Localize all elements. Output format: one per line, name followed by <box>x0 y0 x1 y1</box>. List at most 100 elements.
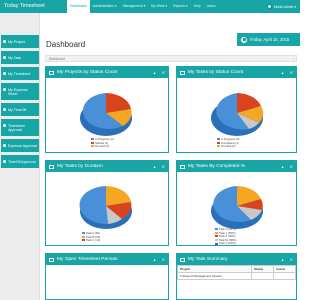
collapse-icon[interactable]: ▴ <box>282 70 287 75</box>
chart-legend: In Progress (5) Completed (1) On Hold (2… <box>217 137 240 149</box>
sidebar-item-my-timeoff[interactable]: My TimeOff <box>1 103 39 119</box>
legend-label: On Hold (2) <box>221 144 236 149</box>
sidebar: My Project My Task My Timesheet My Expen… <box>0 13 40 300</box>
nav-item-help[interactable]: Help <box>191 0 204 13</box>
close-icon[interactable]: ✕ <box>162 70 168 75</box>
nav-item-management[interactable]: Management ▾ <box>120 0 148 13</box>
panel-open-timesheet-periods: My Open Timesheet Periods ▴ ✕ <box>45 253 169 300</box>
panel-title: My Task Summary <box>188 257 228 262</box>
legend-item: Task C (12) <box>82 238 101 243</box>
panel-header: My Tasks by Status Count ▴ ✕ <box>177 67 296 78</box>
sidebar-item-my-task[interactable]: My Task <box>1 51 39 67</box>
sidebar-item-my-project[interactable]: My Project <box>1 35 39 51</box>
sidebar-item-label: My Timesheet <box>8 72 31 76</box>
breadcrumb-arrow[interactable]: › <box>293 56 294 62</box>
chart-icon <box>49 164 54 169</box>
sidebar-item-label: TimeOff Approval <box>8 160 36 164</box>
panel-tasks-by-completed: My Tasks By Completed % ▴ ✕ Task X (25%)… <box>176 160 297 246</box>
panel-title: My Tasks By Completed % <box>188 164 245 169</box>
collapse-icon[interactable]: ▴ <box>282 257 287 262</box>
bullet-icon <box>2 108 6 112</box>
pie-chart-area: In Progress (5) Completed (1) On Hold (2… <box>177 78 296 152</box>
sidebar-item-label: Expense Approval <box>8 144 37 148</box>
nav-item-users[interactable]: Users <box>204 0 219 13</box>
collapse-icon[interactable]: ▴ <box>154 70 159 75</box>
bullet-icon <box>2 72 6 76</box>
bullet-icon <box>2 40 6 44</box>
panel-header: My Open Timesheet Periods ▴ ✕ <box>46 254 168 265</box>
bullet-icon <box>2 88 6 92</box>
pie-chart-area: Task A (30) Task B (18) Task C (12) <box>46 172 168 245</box>
app-title[interactable]: Today Timesheet <box>0 0 67 13</box>
panel-tasks-by-duration: My Tasks by Duration ▴ ✕ Task A (30) Tas… <box>45 160 169 246</box>
legend-label: Task C (12) <box>86 238 101 243</box>
panel-header: My Tasks by Duration ▴ ✕ <box>46 161 168 172</box>
table-icon <box>180 257 185 262</box>
chart-legend: In Progress (4) Started (1) On Hold (1) <box>91 137 114 149</box>
pie-chart-area: Task X (25%) Task Y (50%) Task Z (40%) T… <box>177 172 296 245</box>
sidebar-item-label: My TimeOff <box>8 108 27 112</box>
close-icon[interactable]: ✕ <box>290 164 296 169</box>
sidebar-item-timeoff-approval[interactable]: TimeOff Approval <box>1 155 39 171</box>
user-name[interactable]: Moritz Admin ▾ <box>274 5 296 9</box>
user-menu[interactable]: Moritz Admin ▾ <box>266 4 300 9</box>
sidebar-item-expense-approval[interactable]: Expense Approval <box>1 139 39 155</box>
column-header-count[interactable]: Count <box>273 265 296 273</box>
close-icon[interactable]: ✕ <box>290 70 296 75</box>
main-nav: Dashboard Administration ▾ Management ▾ … <box>67 0 219 13</box>
sidebar-item-label: My Project <box>8 40 25 44</box>
pie-chart <box>211 186 263 229</box>
panel-title: My Projects by Status Count <box>57 70 118 75</box>
table-icon <box>49 257 54 262</box>
breadcrumb: Dashboard › <box>45 55 297 62</box>
close-icon[interactable]: ✕ <box>290 257 296 262</box>
bullet-icon <box>2 160 6 164</box>
pie-chart <box>79 186 132 229</box>
date-display: Friday, April 10, 2015 <box>237 33 300 46</box>
panel-header: My Projects by Status Count ▴ ✕ <box>46 67 168 78</box>
sidebar-item-label: My Task <box>8 56 22 60</box>
nav-item-administration[interactable]: Administration ▾ <box>90 0 120 13</box>
table-header-row: Project Status Count <box>176 265 296 273</box>
column-header-status[interactable]: Status <box>251 265 275 273</box>
nav-item-dashboard[interactable]: Dashboard <box>67 0 90 13</box>
sidebar-item-my-timesheet[interactable]: My Timesheet <box>1 67 39 83</box>
top-navigation-bar: Today Timesheet Dashboard Administration… <box>0 0 300 13</box>
legend-item: On Hold (2) <box>217 144 240 149</box>
panel-header: My Task Summary ▴ ✕ <box>177 254 296 265</box>
bullet-icon <box>2 56 6 60</box>
sidebar-item-timesheet-approval[interactable]: Timesheet Approval <box>1 119 39 139</box>
nav-item-my-work[interactable]: My Work ▾ <box>148 0 170 13</box>
current-date: Friday, April 10, 2015 <box>250 37 290 42</box>
table-cell-status <box>251 272 275 280</box>
panel-task-summary: My Task Summary ▴ ✕ Project Status Count… <box>176 253 297 300</box>
user-icon <box>266 4 272 9</box>
panel-title: My Tasks by Duration <box>57 164 103 169</box>
sidebar-item-label: My Expense Sheet <box>8 88 28 96</box>
sidebar-item-my-expense-sheet[interactable]: My Expense Sheet <box>1 83 39 103</box>
close-icon[interactable]: ✕ <box>162 164 168 169</box>
panel-header: My Tasks By Completed % ▴ ✕ <box>177 161 296 172</box>
legend-item: Task V (10%) <box>215 242 236 246</box>
column-header-project[interactable]: Project <box>176 265 253 273</box>
sidebar-item-label: Timesheet Approval <box>8 124 25 132</box>
pie-chart-area: In Progress (4) Started (1) On Hold (1) <box>46 78 168 152</box>
collapse-icon[interactable]: ▴ <box>154 257 159 262</box>
collapse-icon[interactable]: ▴ <box>282 164 287 169</box>
panel-title: My Open Timesheet Periods <box>57 257 118 262</box>
legend-label: Task V (10%) <box>219 241 236 246</box>
panel-tasks-by-status: My Tasks by Status Count ▴ ✕ In Progress… <box>176 66 297 153</box>
chart-icon <box>180 164 185 169</box>
calendar-icon <box>241 36 247 43</box>
close-icon[interactable]: ✕ <box>162 257 168 262</box>
bullet-icon <box>2 124 6 128</box>
chart-legend: Task A (30) Task B (18) Task C (12) <box>82 231 101 243</box>
panel-projects-by-status: My Projects by Status Count ▴ ✕ In Progr… <box>45 66 169 153</box>
collapse-icon[interactable]: ▴ <box>154 164 159 169</box>
table-row[interactable]: Transport Management System <box>176 272 296 280</box>
nav-item-reports[interactable]: Reports ▾ <box>170 0 191 13</box>
bullet-icon <box>2 144 6 148</box>
table-cell-project: Transport Management System <box>176 272 253 280</box>
chart-icon <box>180 70 185 75</box>
breadcrumb-item-dashboard[interactable]: Dashboard <box>49 57 65 61</box>
